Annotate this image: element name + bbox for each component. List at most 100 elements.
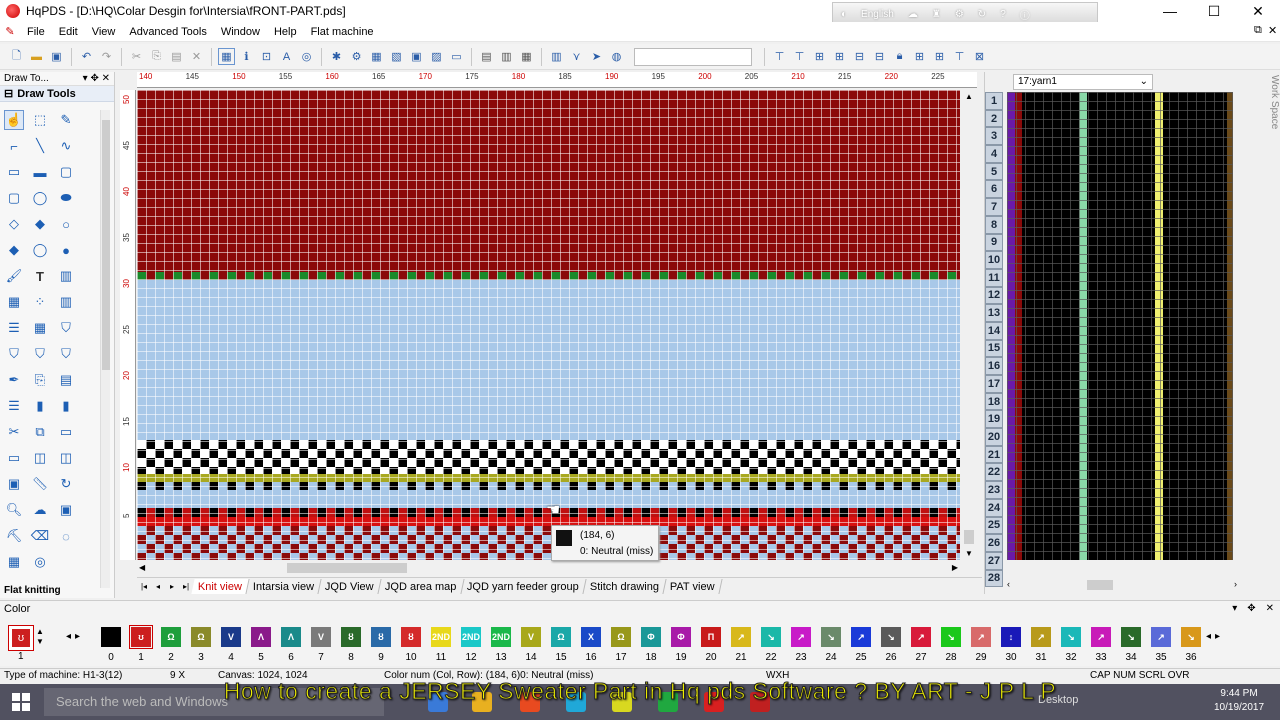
tab-nav-button[interactable]: ▸ <box>165 582 179 591</box>
undo-icon[interactable]: ↶ <box>78 48 95 65</box>
color-swatch[interactable]: ↗ 31 <box>1026 627 1056 663</box>
menu-window[interactable]: Window <box>214 26 267 38</box>
save-icon[interactable]: ▣ <box>48 48 65 65</box>
curve-icon[interactable]: ∿ <box>56 136 76 156</box>
color-swatch[interactable]: ↗ 25 <box>846 627 876 663</box>
align-6-icon[interactable]: ⊟ <box>871 48 888 65</box>
ime-icon[interactable]: ◐ <box>841 9 847 20</box>
color-swatch[interactable]: ↕ 30 <box>996 627 1026 663</box>
filled-rect-icon[interactable]: ▬ <box>30 162 50 182</box>
color-swatch[interactable]: ↘ 24 <box>816 627 846 663</box>
grid-icon[interactable]: ▦ <box>218 48 235 65</box>
pen-icon[interactable]: ✒ <box>4 370 24 390</box>
color-spinner[interactable]: ▲ ▼ <box>36 627 44 647</box>
align-2-icon[interactable]: ⊤ <box>791 48 808 65</box>
select-tool-icon[interactable]: ☝ <box>4 110 24 130</box>
diamond-icon[interactable]: ◇ <box>4 214 24 234</box>
mdi-restore-icon[interactable]: ⧉ <box>1254 24 1262 37</box>
color-swatch[interactable]: ↘ 28 <box>936 627 966 663</box>
color-swatch[interactable]: Φ 18 <box>636 627 666 663</box>
color-swatch[interactable]: ȣ9 <box>366 627 396 663</box>
paint-bucket-icon[interactable]: ⛉ <box>4 344 24 364</box>
color-swatch[interactable]: ↗ 21 <box>726 627 756 663</box>
box-icon[interactable]: ▭ <box>56 422 76 442</box>
close-button[interactable]: ✕ <box>1236 0 1280 22</box>
color-swatch[interactable]: Ω3 <box>186 627 216 663</box>
scroll-thumb[interactable] <box>102 120 110 370</box>
panel-controls[interactable]: ▾ ✥ ✕ <box>83 73 110 84</box>
columns-icon[interactable]: ▥ <box>56 292 76 312</box>
color-swatch[interactable]: ↗ 23 <box>786 627 816 663</box>
rows-icon[interactable]: ☰ <box>4 318 24 338</box>
yarn-vscrollbar[interactable] <box>1247 92 1259 560</box>
image-icon[interactable]: ▨ <box>428 48 445 65</box>
globe-icon[interactable]: ◍ <box>608 48 625 65</box>
bars-icon[interactable]: ▥ <box>548 48 565 65</box>
star-icon[interactable]: ✱ <box>328 48 345 65</box>
refresh-icon[interactable]: ↻ <box>978 9 986 20</box>
yarn-canvas[interactable] <box>1007 92 1233 560</box>
paste-icon[interactable]: ▤ <box>168 48 185 65</box>
mirror-icon[interactable]: ◫ <box>30 448 50 468</box>
mirror-2-icon[interactable]: ◫ <box>56 448 76 468</box>
align-5-icon[interactable]: ⊟ <box>851 48 868 65</box>
tab-jqd-view[interactable]: JQD View <box>318 578 382 594</box>
color-swatch[interactable]: ↘ 26 <box>876 627 906 663</box>
pencil-icon[interactable]: ✎ <box>56 110 76 130</box>
chevron-down-icon[interactable]: ⌄ <box>1140 75 1148 89</box>
chart-icon[interactable]: ▤ <box>56 370 76 390</box>
align-9-icon[interactable]: ⊤ <box>951 48 968 65</box>
align-8-icon[interactable]: ⊞ <box>931 48 948 65</box>
frame-icon[interactable]: ▣ <box>408 48 425 65</box>
help-icon[interactable]: ? <box>1000 9 1006 20</box>
delete-icon[interactable]: ✕ <box>188 48 205 65</box>
color-swatch[interactable]: Λ6 <box>276 627 306 663</box>
color-swatch[interactable]: ↘ 34 <box>1116 627 1146 663</box>
color-swatch[interactable]: Φ 19 <box>666 627 696 663</box>
photo-icon[interactable]: ▣ <box>4 474 24 494</box>
color-swatch[interactable]: ʊ1 <box>126 625 156 663</box>
color-swatch[interactable]: V7 <box>306 627 336 663</box>
scissors-icon[interactable]: ✂ <box>4 422 24 442</box>
paint-bucket-3-icon[interactable]: ⛉ <box>56 344 76 364</box>
canvas-hscrollbar[interactable]: ◀ ▶ <box>137 561 960 575</box>
align-1-icon[interactable]: ⊤ <box>771 48 788 65</box>
color-swatch[interactable]: 2ND 12 <box>456 627 486 663</box>
menu-edit[interactable]: Edit <box>52 26 85 38</box>
canvas-vscrollbar[interactable]: ▲ ▼ <box>962 90 976 560</box>
menu-file[interactable]: File <box>20 26 52 38</box>
ellipse-icon[interactable]: ◯ <box>30 188 50 208</box>
cloud-icon[interactable]: ☁ <box>908 9 918 20</box>
window-cascade-icon[interactable]: ▥ <box>498 48 515 65</box>
disk-icon[interactable]: ◎ <box>30 552 50 572</box>
copy-area-icon[interactable]: ⎘ <box>30 370 50 390</box>
paint-bucket-2-icon[interactable]: ⛉ <box>30 344 50 364</box>
line-icon[interactable]: ╲ <box>30 136 50 156</box>
yarn-selector[interactable]: 17:yarn1 ⌄ <box>1013 74 1153 90</box>
menu-help[interactable]: Help <box>267 26 304 38</box>
circle-outline-icon[interactable]: ◯ <box>30 240 50 260</box>
collapse-icon[interactable]: ⊟ <box>4 87 13 100</box>
doc-icon[interactable]: ✎ <box>0 25 20 38</box>
tab-nav-button[interactable]: ▸| <box>179 582 193 591</box>
current-color[interactable]: ʊ <box>8 625 34 651</box>
pick-icon[interactable]: ⛏ <box>4 526 24 546</box>
frame-tool-icon[interactable]: ▭ <box>4 448 24 468</box>
arrow-tool-icon[interactable]: ➤ <box>588 48 605 65</box>
color-swatch[interactable]: 2ND 11 <box>426 627 456 663</box>
color-swatch[interactable]: ȣ 10 <box>396 627 426 663</box>
cut-icon[interactable]: ✂ <box>128 48 145 65</box>
color-swatch[interactable]: ↘ 36 <box>1176 627 1206 663</box>
rectangle-icon[interactable]: ▭ <box>4 162 24 182</box>
color-swatch[interactable]: 0 <box>96 627 126 663</box>
settings-icon[interactable]: ⚙ <box>348 48 365 65</box>
fill-icon[interactable]: ◆ <box>4 240 24 260</box>
info-icon[interactable]: ⓘ <box>1020 7 1030 22</box>
polyline-icon[interactable]: ⌐ <box>4 136 24 156</box>
color-swatch[interactable]: Π 20 <box>696 627 726 663</box>
new-file-icon[interactable]: 🗋 <box>8 48 25 65</box>
round-rect-fill-icon[interactable]: ▢ <box>4 188 24 208</box>
align-7-icon[interactable]: ⊞ <box>911 48 928 65</box>
align-10-icon[interactable]: ⊠ <box>971 48 988 65</box>
target-icon[interactable]: ◎ <box>298 48 315 65</box>
